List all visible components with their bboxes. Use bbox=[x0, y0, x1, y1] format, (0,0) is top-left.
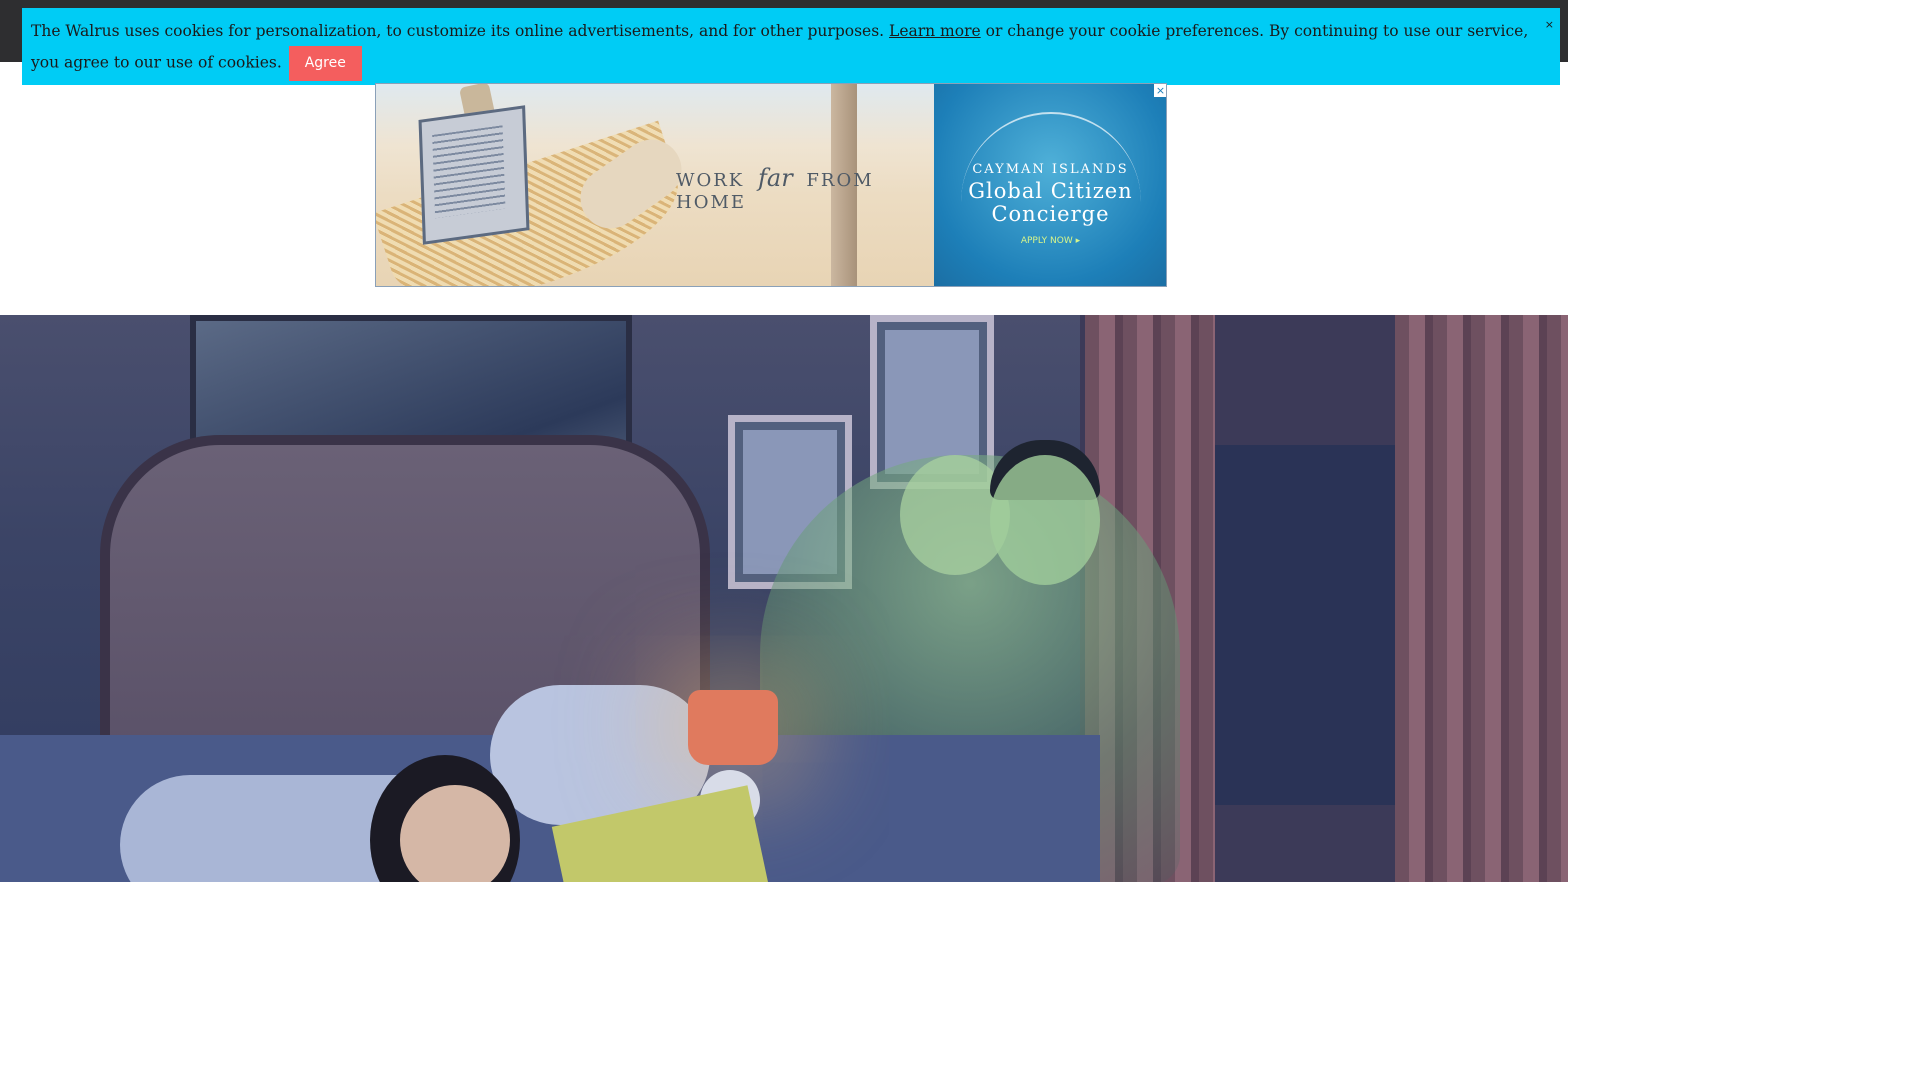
ad-beach-photo: WORK far FROM HOME bbox=[376, 84, 934, 286]
lamp-shade bbox=[688, 690, 778, 765]
ad-close-icon[interactable]: × bbox=[1154, 84, 1166, 97]
ghost-figure-head bbox=[990, 455, 1100, 585]
laptop bbox=[418, 105, 530, 245]
advertisement-banner[interactable]: WORK far FROM HOME CAYMAN ISLANDS Global… bbox=[375, 83, 1167, 287]
ad-tagline: WORK far FROM HOME bbox=[676, 164, 934, 213]
ad-tagline-em: far bbox=[758, 164, 793, 192]
ad-tagline-pre: WORK bbox=[676, 170, 745, 191]
agree-button[interactable]: Agree bbox=[288, 46, 362, 81]
cookie-banner: The Walrus uses cookies for personalizat… bbox=[22, 8, 1560, 85]
window bbox=[1190, 445, 1430, 805]
curtain-right bbox=[1395, 315, 1568, 882]
ad-brand-panel[interactable]: CAYMAN ISLANDS Global Citizen Concierge … bbox=[934, 84, 1166, 286]
close-icon[interactable]: × bbox=[1545, 10, 1554, 40]
ad-brand-top: CAYMAN ISLANDS bbox=[972, 162, 1129, 177]
learn-more-link[interactable]: Learn more bbox=[889, 22, 981, 40]
ad-brand-main: Global Citizen Concierge bbox=[968, 179, 1133, 226]
cookie-text-before: The Walrus uses cookies for personalizat… bbox=[31, 22, 885, 40]
ad-apply-now-link[interactable]: APPLY NOW ▸ bbox=[934, 236, 1166, 246]
hero-illustration bbox=[0, 315, 1568, 882]
